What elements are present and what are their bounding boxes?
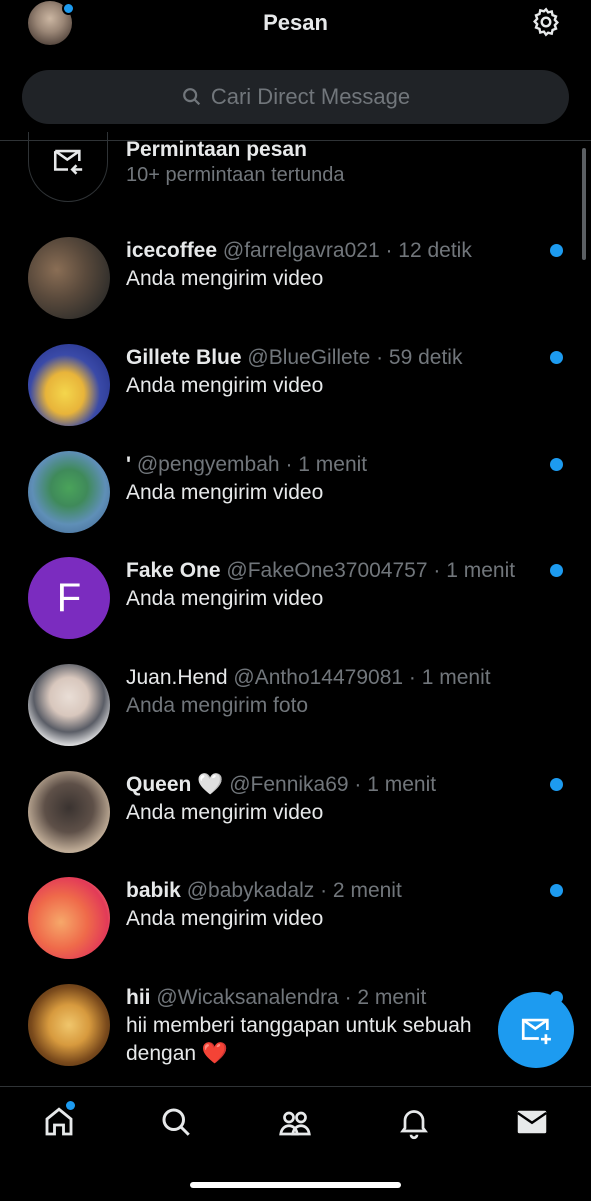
search-icon[interactable]	[158, 1104, 194, 1140]
sender-name: Gillete Blue	[126, 346, 242, 369]
message-preview: Anda mengirim video	[126, 801, 324, 824]
message-requests-item[interactable]: Permintaan pesan 10+ permintaan tertunda	[0, 130, 591, 210]
sender-handle: @Fennika69	[229, 773, 349, 796]
avatar	[28, 664, 110, 746]
sender-handle: @farrelgavra021	[222, 239, 380, 262]
sender-handle: @Antho14479081	[233, 666, 404, 689]
conversation-header: Fake One @FakeOne37004757 · 1 menit	[126, 559, 515, 583]
message-time: · 2 menit	[320, 879, 402, 902]
message-preview: Anda mengirim video	[126, 587, 324, 610]
sender-name: hii	[126, 986, 151, 1009]
sender-handle: @FakeOne37004757	[226, 559, 428, 582]
conversation-header: babik @babykadalz · 2 menit	[126, 879, 402, 903]
new-message-icon	[521, 1018, 551, 1045]
avatar	[28, 237, 110, 319]
message-preview: Anda mengirim video	[126, 267, 324, 290]
requests-subtitle: 10+ permintaan tertunda	[126, 164, 345, 186]
conversation-header: icecoffee @farrelgavra021 · 12 detik	[126, 239, 472, 263]
mail-icon[interactable]	[514, 1104, 550, 1140]
message-time: · 1 menit	[433, 559, 516, 582]
message-time: · 2 menit	[344, 986, 427, 1009]
conversation-header: hii @Wicaksanalendra · 2 menit	[126, 986, 426, 1010]
message-preview: Anda mengirim video	[126, 374, 324, 397]
avatar	[28, 984, 110, 1066]
sender-handle: @pengyembah	[136, 453, 280, 476]
conversation-item[interactable]: Queen 🤍 @Fennika69 · 1 menit Anda mengir…	[0, 771, 591, 871]
message-time: · 12 detik	[385, 239, 472, 262]
requests-title: Permintaan pesan	[126, 138, 307, 161]
message-preview: Anda mengirim video	[126, 481, 324, 504]
avatar	[28, 451, 110, 533]
unread-dot	[550, 564, 563, 577]
bell-icon[interactable]	[396, 1104, 432, 1140]
sender-name: '	[126, 453, 131, 476]
unread-dot	[550, 778, 563, 791]
conversation-item[interactable]: F Fake One @FakeOne37004757 · 1 menit An…	[0, 557, 591, 657]
unread-dot	[550, 244, 563, 257]
gear-icon[interactable]	[530, 6, 562, 38]
message-time: · 59 detik	[376, 346, 463, 369]
sender-name: icecoffee	[126, 239, 218, 262]
avatar: F	[28, 557, 110, 639]
message-time: · 1 menit	[354, 773, 437, 796]
message-preview: Anda mengirim video	[126, 907, 324, 930]
home-indicator	[190, 1182, 401, 1188]
search-icon	[182, 88, 200, 106]
unread-dot	[550, 351, 563, 364]
new-message-button[interactable]	[498, 992, 574, 1068]
conversation-header: Juan.Hend @Antho14479081 · 1 menit	[126, 666, 491, 690]
sender-handle: @BlueGillete	[247, 346, 371, 369]
avatar	[28, 771, 110, 853]
message-request-icon	[53, 149, 83, 175]
message-preview-line2: dengan ❤️	[126, 1042, 229, 1065]
conversation-header: ' @pengyembah · 1 menit	[126, 453, 367, 477]
conversation-item[interactable]: babik @babykadalz · 2 menit Anda mengiri…	[0, 877, 591, 977]
sender-name: babik	[126, 879, 181, 902]
unread-dot	[550, 458, 563, 471]
search-input[interactable]: Cari Direct Message	[22, 70, 569, 124]
top-bar: Pesan	[0, 0, 591, 48]
sender-name: Juan.Hend	[126, 666, 228, 689]
conversation-item[interactable]: ' @pengyembah · 1 menit Anda mengirim vi…	[0, 451, 591, 551]
avatar	[28, 344, 110, 426]
conversation-header: Queen 🤍 @Fennika69 · 1 menit	[126, 773, 436, 797]
conversation-item[interactable]: icecoffee @farrelgavra021 · 12 detik And…	[0, 237, 591, 337]
communities-icon[interactable]	[277, 1104, 313, 1140]
unread-dot	[550, 884, 563, 897]
sender-name: Queen 🤍	[126, 773, 224, 796]
search-placeholder: Cari Direct Message	[210, 84, 411, 109]
sender-name: Fake One	[126, 559, 221, 582]
message-time: · 1 menit	[285, 453, 368, 476]
message-preview: hii memberi tanggapan untuk sebuah	[126, 1014, 472, 1037]
sender-handle: @babykadalz	[186, 879, 315, 902]
sender-handle: @Wicaksanalendra	[156, 986, 339, 1009]
conversation-item[interactable]: Juan.Hend @Antho14479081 · 1 menit Anda …	[0, 664, 591, 764]
conversation-item[interactable]: Gillete Blue @BlueGillete · 59 detik And…	[0, 344, 591, 444]
page-title: Pesan	[263, 10, 328, 35]
message-preview: Anda mengirim foto	[126, 694, 309, 717]
home-notification-dot	[66, 1101, 75, 1110]
message-time: · 1 menit	[408, 666, 491, 689]
conversation-header: Gillete Blue @BlueGillete · 59 detik	[126, 346, 462, 370]
avatar	[28, 877, 110, 959]
